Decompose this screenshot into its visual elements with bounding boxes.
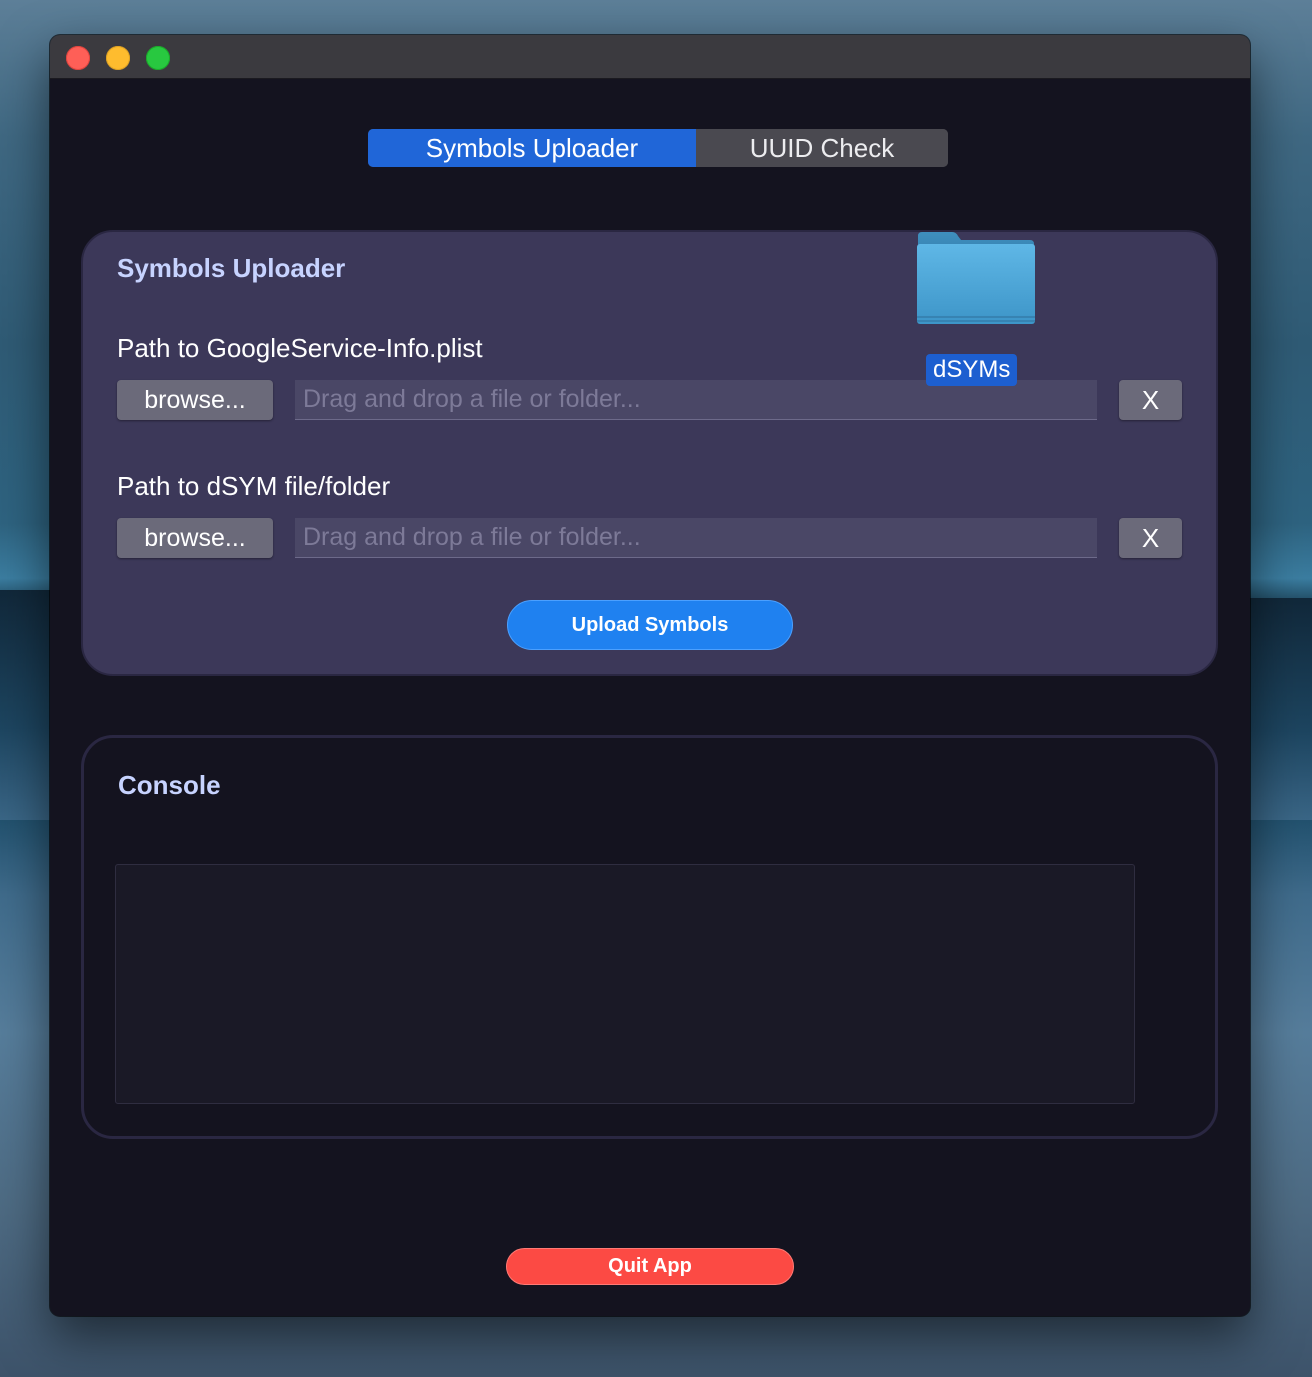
tab-symbols-uploader[interactable]: Symbols Uploader (368, 129, 696, 167)
plist-path-field[interactable]: Drag and drop a file or folder... (295, 380, 1097, 420)
symbols-uploader-panel: Symbols Uploader Path to GoogleService-I… (81, 230, 1218, 676)
tab-control: Symbols Uploader UUID Check (368, 129, 948, 167)
minimize-window-button[interactable] (106, 46, 130, 70)
folder-icon[interactable] (916, 230, 1036, 326)
quit-app-button[interactable]: Quit App (506, 1248, 794, 1285)
dsym-browse-button[interactable]: browse... (117, 518, 273, 558)
console-title: Console (118, 770, 221, 800)
dsym-path-label: Path to dSYM file/folder (117, 471, 391, 501)
drag-item-label: dSYMs (926, 354, 1018, 386)
plist-path-label: Path to GoogleService-Info.plist (117, 333, 483, 363)
app-window: Symbols Uploader UUID Check Symbols Uplo… (50, 35, 1250, 1316)
plist-browse-button[interactable]: browse... (117, 380, 273, 420)
wallpaper-mountain-right (1248, 598, 1312, 820)
dsym-path-field[interactable]: Drag and drop a file or folder... (295, 518, 1097, 558)
upload-symbols-button[interactable]: Upload Symbols (507, 600, 793, 650)
uploader-title: Symbols Uploader (117, 253, 346, 283)
zoom-window-button[interactable] (146, 46, 170, 70)
plist-clear-button[interactable]: X (1119, 380, 1182, 420)
console-output[interactable] (115, 864, 1135, 1104)
close-window-button[interactable] (66, 46, 90, 70)
title-bar[interactable] (50, 35, 1250, 79)
console-panel: Console (81, 735, 1218, 1139)
dsym-clear-button[interactable]: X (1119, 518, 1182, 558)
tab-uuid-check[interactable]: UUID Check (696, 129, 948, 167)
